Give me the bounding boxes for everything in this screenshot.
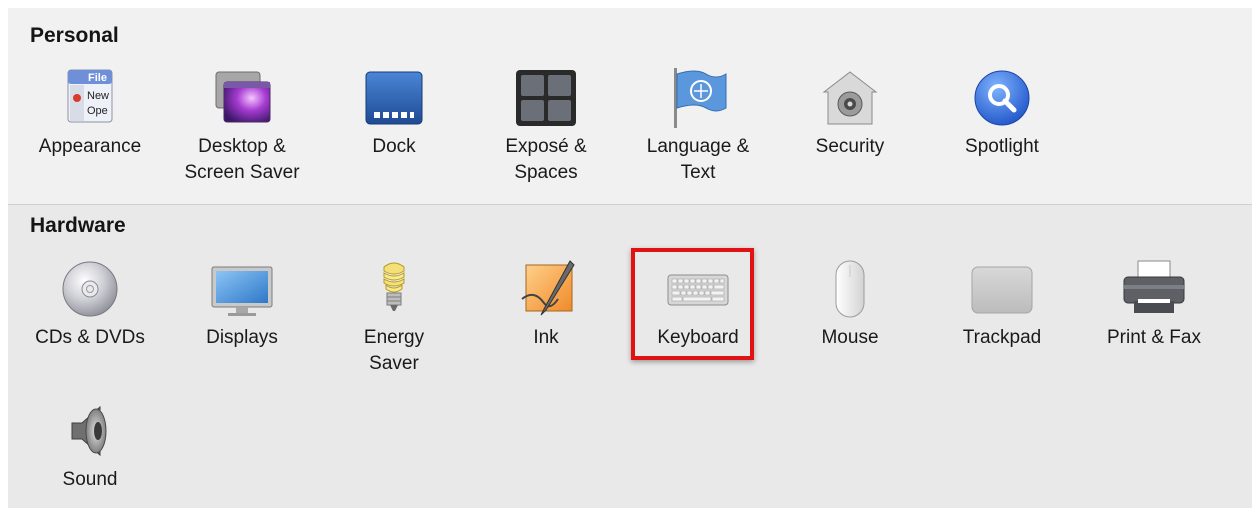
mouse-icon xyxy=(818,259,882,319)
personal-section: Personal File New Ope Appearance Desktop… xyxy=(8,8,1252,205)
expose-spaces-icon xyxy=(514,68,578,128)
ink-icon xyxy=(514,259,578,319)
personal-section-title: Personal xyxy=(30,24,119,47)
cd-dvd-icon xyxy=(58,259,122,319)
speaker-icon xyxy=(58,401,122,461)
spotlight-icon xyxy=(970,68,1034,128)
pane-label: Spotlight xyxy=(965,136,1039,157)
pane-label: Ink xyxy=(533,327,559,348)
pane-label: Language & Text xyxy=(646,136,750,183)
pane-label: Energy Saver xyxy=(363,327,425,374)
pane-label: Mouse xyxy=(821,327,879,348)
pane-label: Dock xyxy=(372,136,416,157)
pane-label: Print & Fax xyxy=(1107,327,1201,348)
appearance-icon-file: File xyxy=(88,72,107,84)
pane-label: Desktop & Screen Saver xyxy=(184,136,300,183)
hardware-section: Hardware CDs & DVDs Displays Energy Save… xyxy=(8,205,1252,508)
energy-saver-icon xyxy=(362,259,426,319)
printer-icon xyxy=(1122,259,1186,319)
keyboard-highlight-box xyxy=(631,248,754,360)
hardware-section-title: Hardware xyxy=(30,214,126,237)
language-text-icon xyxy=(666,68,730,128)
dock-icon xyxy=(362,68,426,128)
pane-label: CDs & DVDs xyxy=(35,327,145,348)
pane-label: Displays xyxy=(206,327,278,348)
system-preferences-window: Personal File New Ope Appearance Desktop… xyxy=(8,8,1252,508)
pane-label: Exposé & Spaces xyxy=(505,136,587,183)
appearance-icon-new: New xyxy=(87,90,109,102)
pane-label: Trackpad xyxy=(962,327,1042,348)
pane-label: Security xyxy=(815,136,885,157)
pane-label: Sound xyxy=(62,469,118,490)
pane-label: Appearance xyxy=(38,136,142,157)
desktop-screensaver-icon xyxy=(210,68,274,128)
appearance-icon-open: Ope xyxy=(87,105,108,117)
security-icon xyxy=(818,68,882,128)
trackpad-icon xyxy=(970,259,1034,319)
appearance-icon: File New Ope xyxy=(58,68,122,128)
displays-icon xyxy=(210,259,274,319)
